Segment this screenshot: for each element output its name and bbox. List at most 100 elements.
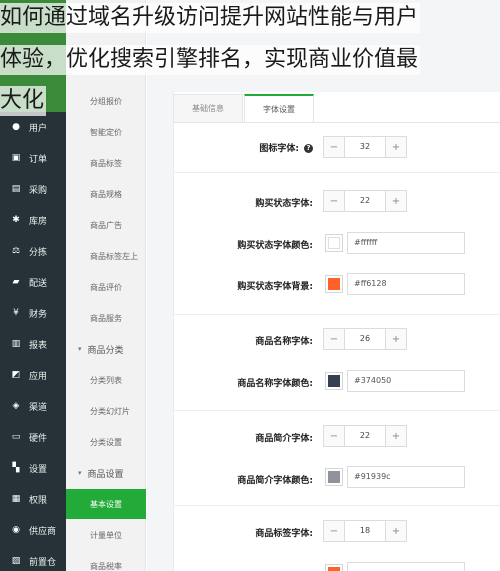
order-icon: ▣	[11, 153, 21, 163]
submenu-item[interactable]: 商品服务	[66, 303, 146, 333]
tag-font-label: 商品标签字体:	[255, 529, 313, 539]
submenu-item[interactable]: 商品标签左上	[66, 241, 146, 271]
tag-font-plus-button[interactable]: +	[385, 521, 406, 541]
name-font-color-input[interactable]: #374050	[347, 370, 465, 392]
submenu-item-label: 商品标签左上	[90, 251, 138, 261]
name-font-color-swatch-button[interactable]	[325, 372, 343, 390]
tag-font-stepper: − 18 +	[323, 520, 407, 542]
submenu-item[interactable]: 分类设置	[66, 427, 146, 457]
buy-font-bg-swatch-button[interactable]	[325, 275, 343, 293]
chevron-down-icon: ▾	[78, 345, 82, 353]
headline-line-3: 大化	[0, 86, 47, 116]
tab-font-settings[interactable]: 字体设置	[244, 94, 314, 122]
buy-font-value[interactable]: 22	[345, 191, 385, 211]
buy-font-plus-button[interactable]: +	[385, 191, 406, 211]
submenu-item-label: 分类幻灯片	[90, 406, 130, 416]
submenu-item-label: 智能定价	[90, 127, 122, 137]
sidebar-item-label: 供应商	[29, 526, 57, 537]
sidebar-item-label: 采购	[29, 185, 48, 196]
name-font-color-swatch	[328, 375, 340, 387]
submenu-item-label: 分类列表	[90, 375, 122, 385]
chart-icon: ▥	[11, 339, 21, 349]
buy-font-minus-button[interactable]: −	[324, 191, 345, 211]
buy-font-bg-input[interactable]: #ff6128	[347, 273, 465, 295]
sidebar-item-label: 配送	[29, 278, 48, 289]
intro-font-minus-button[interactable]: −	[324, 426, 345, 446]
submenu-item[interactable]: 商品广告	[66, 210, 146, 240]
purchase-icon: ▤	[11, 184, 21, 194]
apps-icon: ◩	[11, 370, 21, 380]
submenu-item[interactable]: 商品规格	[66, 179, 146, 209]
submenu-item[interactable]: 分类幻灯片	[66, 396, 146, 426]
settings-icon: ▚	[12, 463, 20, 473]
name-font-minus-button[interactable]: −	[324, 329, 345, 349]
sidebar-item-3[interactable]: ✱ 库房	[0, 209, 66, 231]
sidebar-item-2[interactable]: ▤ 采购	[0, 178, 66, 200]
store-icon: ▨	[11, 556, 21, 566]
sidebar-item-6[interactable]: ¥ 财务	[0, 302, 66, 324]
monitor-icon: ▭	[11, 432, 21, 442]
icon-font-value[interactable]: 32	[345, 137, 385, 157]
channel-icon: ◈	[12, 401, 20, 411]
divider	[173, 505, 500, 506]
headline-line-2: 体验，优化搜索引擎排名，实现商业价值最	[0, 45, 421, 75]
name-font-plus-button[interactable]: +	[385, 329, 406, 349]
sidebar-item-12[interactable]: ▦ 权限	[0, 488, 66, 510]
submenu-item[interactable]: 商品评价	[66, 272, 146, 302]
tag-font-minus-button[interactable]: −	[324, 521, 345, 541]
name-font-stepper: − 26 +	[323, 328, 407, 350]
sidebar-item-8[interactable]: ◩ 应用	[0, 364, 66, 386]
intro-font-value[interactable]: 22	[345, 426, 385, 446]
sidebar-item-label: 订单	[29, 154, 48, 165]
sidebar-item-1[interactable]: ▣ 订单	[0, 147, 66, 169]
sidebar-item-9[interactable]: ◈ 渠道	[0, 395, 66, 417]
submenu-item[interactable]: 商品税率	[66, 551, 146, 571]
icon-font-minus-button[interactable]: −	[324, 137, 345, 157]
supplier-icon: ◉	[12, 525, 20, 535]
icon-font-plus-button[interactable]: +	[385, 137, 406, 157]
submenu-item[interactable]: 分类列表	[66, 365, 146, 395]
buy-font-color-swatch-button[interactable]	[325, 234, 343, 252]
submenu-item-label: 分类设置	[90, 437, 122, 447]
partial-swatch-button[interactable]	[325, 564, 343, 571]
intro-font-color-swatch-button[interactable]	[325, 468, 343, 486]
buy-font-stepper: − 22 +	[323, 190, 407, 212]
sidebar-item-4[interactable]: ⚖ 分拣	[0, 240, 66, 262]
sidebar-item-label: 用户	[29, 123, 48, 134]
submenu-item-label: 商品评价	[90, 282, 122, 292]
buy-font-color-input[interactable]: #ffffff	[347, 232, 465, 254]
sidebar-item-label: 权限	[29, 495, 48, 506]
intro-font-plus-button[interactable]: +	[385, 426, 406, 446]
submenu-item[interactable]: 分组报价	[66, 86, 146, 116]
submenu-item[interactable]: 智能定价	[66, 117, 146, 147]
submenu-item-label: 商品税率	[90, 561, 122, 571]
sidebar-item-label: 设置	[29, 464, 48, 475]
submenu-group[interactable]: ▾ 商品设置	[66, 458, 146, 488]
sidebar-item-10[interactable]: ▭ 硬件	[0, 426, 66, 448]
name-font-value[interactable]: 26	[345, 329, 385, 349]
warehouse-icon: ✱	[12, 215, 20, 225]
tab-basic-info[interactable]: 基础信息	[173, 94, 243, 122]
sidebar-item-0[interactable]: ● 用户	[0, 116, 66, 138]
icon-font-stepper: − 32 +	[323, 136, 407, 158]
submenu-item[interactable]: 商品标签	[66, 148, 146, 178]
sidebar-item-13[interactable]: ◉ 供应商	[0, 519, 66, 541]
tab-divider	[173, 122, 500, 123]
sidebar-item-5[interactable]: ▰ 配送	[0, 271, 66, 293]
partial-color-input[interactable]	[347, 562, 465, 571]
help-icon[interactable]: ?	[304, 144, 313, 153]
submenu-group[interactable]: ▾ 商品分类	[66, 334, 146, 364]
scale-icon: ⚖	[11, 246, 21, 256]
submenu-item[interactable]: 计量单位	[66, 520, 146, 550]
sidebar-item-14[interactable]: ▨ 前置仓	[0, 550, 66, 571]
buy-font-bg-picker: #ff6128	[325, 273, 465, 295]
submenu-item[interactable]: 基本设置	[66, 489, 146, 519]
intro-font-color-input[interactable]: #91939c	[347, 466, 465, 488]
sidebar-item-label: 应用	[29, 371, 48, 382]
sidebar-item-7[interactable]: ▥ 报表	[0, 333, 66, 355]
tag-font-value[interactable]: 18	[345, 521, 385, 541]
sidebar-item-11[interactable]: ▚ 设置	[0, 457, 66, 479]
submenu-item-label: 商品广告	[90, 220, 122, 230]
name-font-color-picker: #374050	[325, 370, 465, 392]
sidebar-item-label: 前置仓	[29, 557, 57, 568]
